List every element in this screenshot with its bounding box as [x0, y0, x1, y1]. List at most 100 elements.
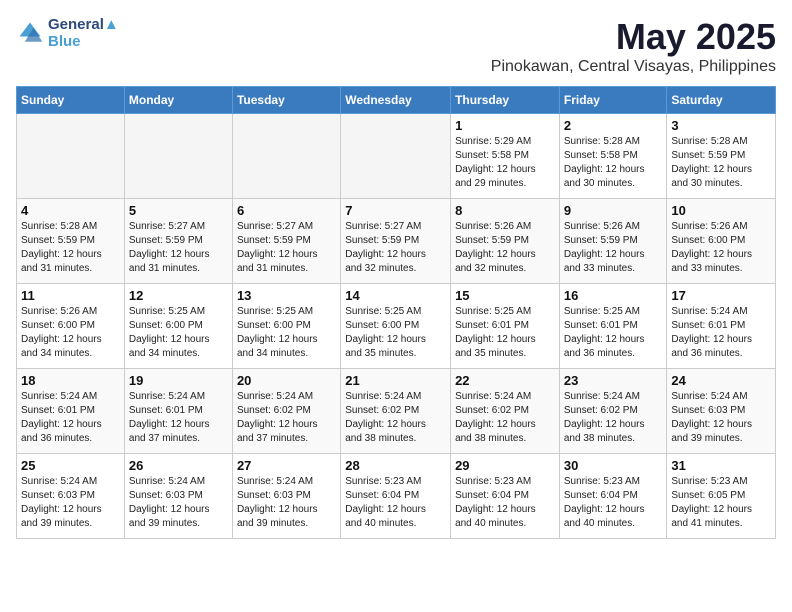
cell-day-number: 18 — [21, 373, 120, 388]
calendar-week-5: 25 Sunrise: 5:24 AM Sunset: 6:03 PM Dayli… — [17, 454, 776, 539]
cell-day-number: 3 — [671, 118, 771, 133]
cell-info: Sunrise: 5:24 AM Sunset: 6:02 PM Dayligh… — [455, 390, 555, 446]
cell-day-number: 26 — [129, 458, 228, 473]
calendar-cell: 13 Sunrise: 5:25 AM Sunset: 6:00 PM Dayli… — [232, 284, 340, 369]
calendar-cell: 8 Sunrise: 5:26 AM Sunset: 5:59 PM Daylig… — [451, 199, 560, 284]
cell-day-number: 17 — [671, 288, 771, 303]
cell-day-number: 30 — [564, 458, 663, 473]
cell-info: Sunrise: 5:26 AM Sunset: 5:59 PM Dayligh… — [564, 220, 663, 276]
cell-info: Sunrise: 5:27 AM Sunset: 5:59 PM Dayligh… — [345, 220, 446, 276]
cell-day-number: 22 — [455, 373, 555, 388]
cell-info: Sunrise: 5:24 AM Sunset: 6:03 PM Dayligh… — [671, 390, 771, 446]
calendar-cell: 10 Sunrise: 5:26 AM Sunset: 6:00 PM Dayli… — [667, 199, 776, 284]
calendar-week-4: 18 Sunrise: 5:24 AM Sunset: 6:01 PM Dayli… — [17, 369, 776, 454]
cell-day-number: 6 — [237, 203, 336, 218]
cell-info: Sunrise: 5:28 AM Sunset: 5:59 PM Dayligh… — [671, 135, 771, 191]
calendar-cell: 15 Sunrise: 5:25 AM Sunset: 6:01 PM Dayli… — [451, 284, 560, 369]
weekday-header-sunday: Sunday — [17, 87, 125, 114]
calendar-cell: 21 Sunrise: 5:24 AM Sunset: 6:02 PM Dayli… — [341, 369, 451, 454]
calendar-table: SundayMondayTuesdayWednesdayThursdayFrid… — [16, 86, 776, 539]
cell-day-number: 27 — [237, 458, 336, 473]
calendar-cell: 20 Sunrise: 5:24 AM Sunset: 6:02 PM Dayli… — [232, 369, 340, 454]
calendar-cell: 11Sunrise: 5:26 AM Sunset: 6:00 PM Dayli… — [17, 284, 125, 369]
weekday-header-monday: Monday — [124, 87, 232, 114]
calendar-cell: 6 Sunrise: 5:27 AM Sunset: 5:59 PM Daylig… — [232, 199, 340, 284]
cell-info: Sunrise: 5:25 AM Sunset: 6:00 PM Dayligh… — [129, 305, 228, 361]
calendar-cell: 30 Sunrise: 5:23 AM Sunset: 6:04 PM Dayli… — [559, 454, 667, 539]
cell-day-number: 16 — [564, 288, 663, 303]
cell-info: Sunrise: 5:25 AM Sunset: 6:00 PM Dayligh… — [345, 305, 446, 361]
cell-info: Sunrise: 5:29 AM Sunset: 5:58 PM Dayligh… — [455, 135, 555, 191]
cell-info: Sunrise: 5:24 AM Sunset: 6:01 PM Dayligh… — [671, 305, 771, 361]
cell-day-number: 4 — [21, 203, 120, 218]
cell-info: Sunrise: 5:25 AM Sunset: 6:01 PM Dayligh… — [455, 305, 555, 361]
cell-info: Sunrise: 5:26 AM Sunset: 5:59 PM Dayligh… — [455, 220, 555, 276]
logo-text: General▲ Blue — [48, 16, 119, 50]
calendar-cell: 28 Sunrise: 5:23 AM Sunset: 6:04 PM Dayli… — [341, 454, 451, 539]
weekday-header-friday: Friday — [559, 87, 667, 114]
calendar-cell — [17, 114, 125, 199]
calendar-cell: 9 Sunrise: 5:26 AM Sunset: 5:59 PM Daylig… — [559, 199, 667, 284]
cell-day-number: 14 — [345, 288, 446, 303]
weekday-header-saturday: Saturday — [667, 87, 776, 114]
calendar-cell: 27Sunrise: 5:24 AM Sunset: 6:03 PM Dayli… — [232, 454, 340, 539]
calendar-cell: 3 Sunrise: 5:28 AM Sunset: 5:59 PM Daylig… — [667, 114, 776, 199]
cell-day-number: 19 — [129, 373, 228, 388]
calendar-cell — [232, 114, 340, 199]
cell-info: Sunrise: 5:24 AM Sunset: 6:03 PM Dayligh… — [129, 475, 228, 531]
cell-info: Sunrise: 5:24 AM Sunset: 6:03 PM Dayligh… — [21, 475, 120, 531]
cell-info: Sunrise: 5:26 AM Sunset: 6:00 PM Dayligh… — [671, 220, 771, 276]
calendar-cell — [124, 114, 232, 199]
cell-info: Sunrise: 5:23 AM Sunset: 6:05 PM Dayligh… — [671, 475, 771, 531]
calendar-cell: 7 Sunrise: 5:27 AM Sunset: 5:59 PM Daylig… — [341, 199, 451, 284]
calendar-cell: 31 Sunrise: 5:23 AM Sunset: 6:05 PM Dayli… — [667, 454, 776, 539]
calendar-cell: 2Sunrise: 5:28 AM Sunset: 5:58 PM Daylig… — [559, 114, 667, 199]
cell-day-number: 11 — [21, 288, 120, 303]
cell-info: Sunrise: 5:23 AM Sunset: 6:04 PM Dayligh… — [345, 475, 446, 531]
weekday-header-wednesday: Wednesday — [341, 87, 451, 114]
cell-info: Sunrise: 5:24 AM Sunset: 6:01 PM Dayligh… — [129, 390, 228, 446]
cell-info: Sunrise: 5:23 AM Sunset: 6:04 PM Dayligh… — [564, 475, 663, 531]
calendar-week-3: 11Sunrise: 5:26 AM Sunset: 6:00 PM Dayli… — [17, 284, 776, 369]
calendar-week-2: 4 Sunrise: 5:28 AM Sunset: 5:59 PM Daylig… — [17, 199, 776, 284]
cell-day-number: 25 — [21, 458, 120, 473]
cell-info: Sunrise: 5:28 AM Sunset: 5:59 PM Dayligh… — [21, 220, 120, 276]
cell-info: Sunrise: 5:27 AM Sunset: 5:59 PM Dayligh… — [237, 220, 336, 276]
cell-day-number: 2 — [564, 118, 663, 133]
calendar-cell: 12 Sunrise: 5:25 AM Sunset: 6:00 PM Dayli… — [124, 284, 232, 369]
calendar-cell: 14 Sunrise: 5:25 AM Sunset: 6:00 PM Dayli… — [341, 284, 451, 369]
calendar-cell: 25 Sunrise: 5:24 AM Sunset: 6:03 PM Dayli… — [17, 454, 125, 539]
weekday-header-tuesday: Tuesday — [232, 87, 340, 114]
calendar-body: 1 Sunrise: 5:29 AM Sunset: 5:58 PM Daylig… — [17, 114, 776, 539]
cell-day-number: 8 — [455, 203, 555, 218]
calendar-cell: 1 Sunrise: 5:29 AM Sunset: 5:58 PM Daylig… — [451, 114, 560, 199]
cell-day-number: 28 — [345, 458, 446, 473]
subtitle: Pinokawan, Central Visayas, Philippines — [491, 58, 776, 76]
cell-day-number: 5 — [129, 203, 228, 218]
calendar-cell: 16Sunrise: 5:25 AM Sunset: 6:01 PM Dayli… — [559, 284, 667, 369]
calendar-cell: 5 Sunrise: 5:27 AM Sunset: 5:59 PM Daylig… — [124, 199, 232, 284]
calendar-cell: 4 Sunrise: 5:28 AM Sunset: 5:59 PM Daylig… — [17, 199, 125, 284]
cell-info: Sunrise: 5:24 AM Sunset: 6:02 PM Dayligh… — [237, 390, 336, 446]
cell-info: Sunrise: 5:27 AM Sunset: 5:59 PM Dayligh… — [129, 220, 228, 276]
cell-day-number: 1 — [455, 118, 555, 133]
cell-day-number: 7 — [345, 203, 446, 218]
cell-day-number: 20 — [237, 373, 336, 388]
main-title: May 2025 — [491, 16, 776, 58]
cell-day-number: 10 — [671, 203, 771, 218]
cell-day-number: 15 — [455, 288, 555, 303]
cell-day-number: 13 — [237, 288, 336, 303]
cell-day-number: 12 — [129, 288, 228, 303]
calendar-cell: 17 Sunrise: 5:24 AM Sunset: 6:01 PM Dayli… — [667, 284, 776, 369]
cell-info: Sunrise: 5:24 AM Sunset: 6:02 PM Dayligh… — [345, 390, 446, 446]
calendar-week-1: 1 Sunrise: 5:29 AM Sunset: 5:58 PM Daylig… — [17, 114, 776, 199]
cell-day-number: 31 — [671, 458, 771, 473]
header: General▲ Blue May 2025 Pinokawan, Centra… — [16, 16, 776, 76]
cell-day-number: 9 — [564, 203, 663, 218]
cell-info: Sunrise: 5:25 AM Sunset: 6:00 PM Dayligh… — [237, 305, 336, 361]
calendar-cell: 23Sunrise: 5:24 AM Sunset: 6:02 PM Dayli… — [559, 369, 667, 454]
cell-day-number: 21 — [345, 373, 446, 388]
title-section: May 2025 Pinokawan, Central Visayas, Phi… — [491, 16, 776, 76]
cell-info: Sunrise: 5:24 AM Sunset: 6:02 PM Dayligh… — [564, 390, 663, 446]
cell-day-number: 24 — [671, 373, 771, 388]
